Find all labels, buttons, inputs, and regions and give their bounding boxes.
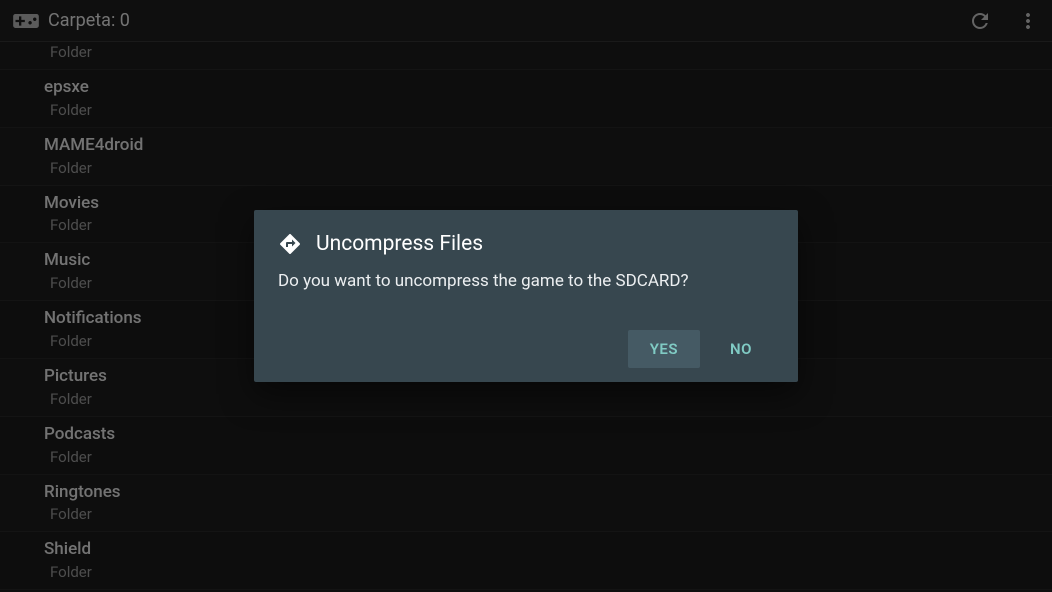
dialog-title: Uncompress Files: [316, 232, 483, 256]
dialog-overlay: Uncompress Files Do you want to uncompre…: [0, 0, 1052, 592]
yes-button[interactable]: YES: [628, 330, 700, 368]
no-button[interactable]: NO: [708, 330, 774, 368]
directions-icon: [278, 232, 302, 256]
uncompress-dialog: Uncompress Files Do you want to uncompre…: [254, 210, 798, 382]
dialog-buttons: YES NO: [278, 330, 774, 368]
dialog-message: Do you want to uncompress the game to th…: [278, 270, 774, 294]
dialog-header: Uncompress Files: [278, 232, 774, 256]
